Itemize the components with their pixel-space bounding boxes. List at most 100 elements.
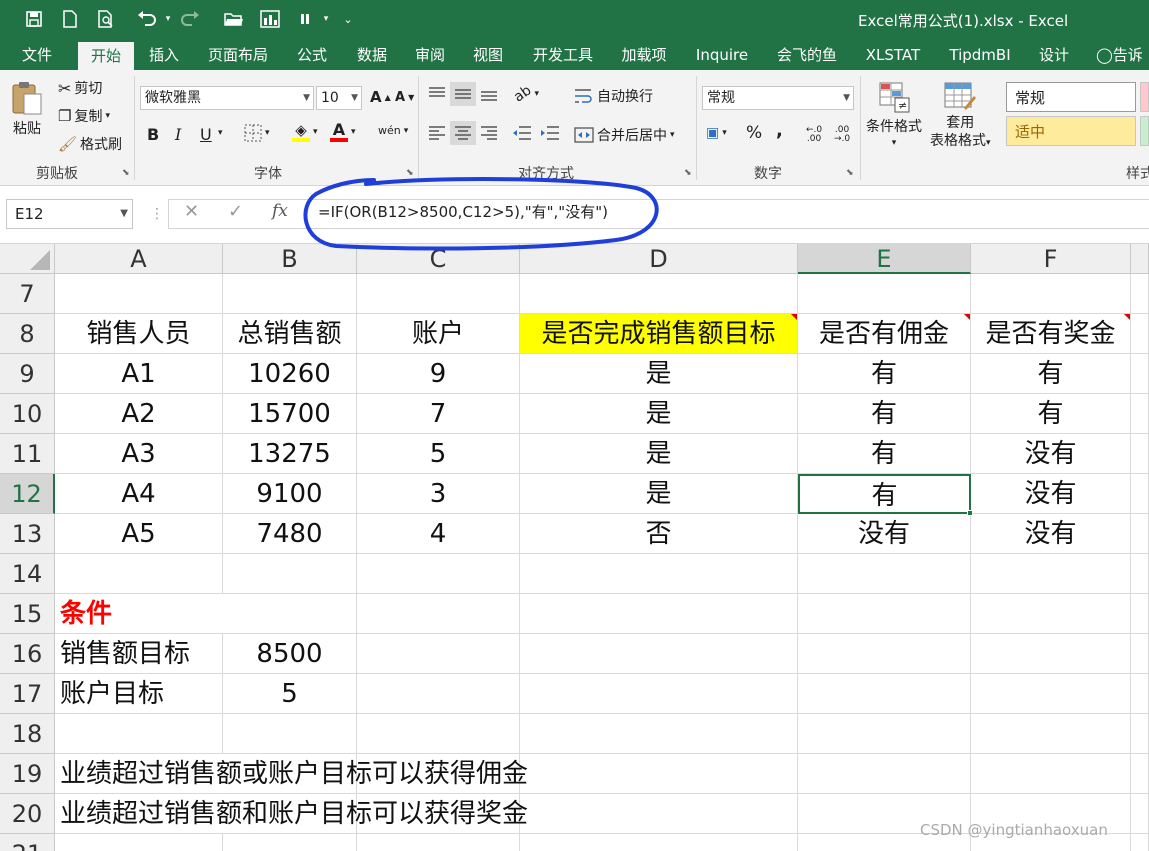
cell-d7[interactable] bbox=[520, 274, 798, 314]
style-good-swatch[interactable] bbox=[1140, 116, 1149, 146]
percent-button[interactable]: % bbox=[746, 123, 762, 143]
row-header-12[interactable]: 12 bbox=[0, 474, 55, 514]
increase-decimal-button[interactable]: ←.0.00 bbox=[806, 126, 822, 144]
tab-file[interactable]: 文件 bbox=[14, 40, 60, 70]
cell-c17[interactable] bbox=[357, 674, 520, 714]
clipboard-launcher-icon[interactable]: ⬊ bbox=[122, 168, 130, 178]
cell-g10[interactable] bbox=[1131, 394, 1149, 434]
cell-e12[interactable]: 有 bbox=[798, 474, 971, 514]
cell-d13[interactable]: 否 bbox=[520, 514, 798, 554]
cell-d14[interactable] bbox=[520, 554, 798, 594]
cell-c15[interactable] bbox=[357, 594, 520, 634]
copy-button[interactable]: ❐ 复制 ▾ bbox=[58, 106, 110, 126]
comment-indicator[interactable] bbox=[964, 314, 970, 320]
cell-b10[interactable]: 15700 bbox=[223, 394, 357, 434]
cell-f9[interactable]: 有 bbox=[971, 354, 1131, 394]
cell-c18[interactable] bbox=[357, 714, 520, 754]
cell-f14[interactable] bbox=[971, 554, 1131, 594]
cell-f19[interactable] bbox=[971, 754, 1131, 794]
cell-a18[interactable] bbox=[55, 714, 223, 754]
cell-f11[interactable]: 没有 bbox=[971, 434, 1131, 474]
number-launcher-icon[interactable]: ⬊ bbox=[846, 168, 854, 178]
row-header-7[interactable]: 7 bbox=[0, 274, 55, 314]
filter-dropdown-icon[interactable]: ▾ bbox=[314, 7, 338, 31]
new-icon[interactable] bbox=[58, 7, 82, 31]
cell-e10[interactable]: 有 bbox=[798, 394, 971, 434]
decrease-decimal-button[interactable]: .00 →.0 bbox=[834, 126, 850, 144]
font-size-select[interactable]: 10 ▼ bbox=[316, 86, 362, 110]
grow-font-button[interactable]: A ▲ bbox=[370, 88, 391, 106]
select-all-corner[interactable] bbox=[0, 244, 55, 274]
comment-indicator[interactable] bbox=[791, 314, 797, 320]
cell-d21[interactable] bbox=[520, 834, 798, 851]
fill-handle[interactable] bbox=[967, 510, 973, 516]
cell-e17[interactable] bbox=[798, 674, 971, 714]
column-header-a[interactable]: A bbox=[55, 244, 223, 274]
open-icon[interactable] bbox=[222, 7, 246, 31]
align-right-button[interactable] bbox=[480, 125, 498, 141]
cell-d15[interactable] bbox=[520, 594, 798, 634]
cell-f15[interactable] bbox=[971, 594, 1131, 634]
cell-a17[interactable]: 账户目标 bbox=[55, 674, 223, 714]
cell-a13[interactable]: A5 bbox=[55, 514, 223, 554]
cell-d19[interactable] bbox=[520, 754, 798, 794]
cell-d12[interactable]: 是 bbox=[520, 474, 798, 514]
row-header-13[interactable]: 13 bbox=[0, 514, 55, 554]
comma-button[interactable]: , bbox=[776, 120, 783, 141]
tab-xlstat[interactable]: XLSTAT bbox=[858, 40, 928, 70]
row-header-11[interactable]: 11 bbox=[0, 434, 55, 474]
formula-bar-grip-icon[interactable]: ⋮ bbox=[150, 206, 164, 222]
cell-a12[interactable]: A4 bbox=[55, 474, 223, 514]
cell-a10[interactable]: A2 bbox=[55, 394, 223, 434]
cell-g9[interactable] bbox=[1131, 354, 1149, 394]
cell-b11[interactable]: 13275 bbox=[223, 434, 357, 474]
row-header-16[interactable]: 16 bbox=[0, 634, 55, 674]
row-header-9[interactable]: 9 bbox=[0, 354, 55, 394]
cell-b7[interactable] bbox=[223, 274, 357, 314]
column-header-f[interactable]: F bbox=[971, 244, 1131, 274]
tab-addins[interactable]: 加载项 bbox=[612, 40, 676, 70]
cell-c10[interactable]: 7 bbox=[357, 394, 520, 434]
cell-f12[interactable]: 没有 bbox=[971, 474, 1131, 514]
cell-c13[interactable]: 4 bbox=[357, 514, 520, 554]
tab-design[interactable]: 设计 bbox=[1030, 40, 1078, 70]
cell-c16[interactable] bbox=[357, 634, 520, 674]
phonetic-button[interactable]: wén ▾ bbox=[378, 124, 408, 137]
align-top-button[interactable] bbox=[428, 86, 446, 102]
cell-e14[interactable] bbox=[798, 554, 971, 594]
cell-g13[interactable] bbox=[1131, 514, 1149, 554]
cell-e8[interactable]: 是否有佣金 bbox=[798, 314, 971, 354]
cell-g18[interactable] bbox=[1131, 714, 1149, 754]
style-neutral[interactable]: 适中 bbox=[1006, 116, 1136, 146]
cell-b21[interactable] bbox=[223, 834, 357, 851]
cell-a8[interactable]: 销售人员 bbox=[55, 314, 223, 354]
cell-d8[interactable]: 是否完成销售额目标 bbox=[520, 314, 798, 354]
font-color-button[interactable]: A ▾ bbox=[330, 122, 356, 142]
row-header-14[interactable]: 14 bbox=[0, 554, 55, 594]
cell-d10[interactable]: 是 bbox=[520, 394, 798, 434]
cell-g8[interactable] bbox=[1131, 314, 1149, 354]
cancel-icon[interactable]: ✕ bbox=[184, 201, 199, 222]
cell-a14[interactable] bbox=[55, 554, 223, 594]
cell-f7[interactable] bbox=[971, 274, 1131, 314]
cell-e16[interactable] bbox=[798, 634, 971, 674]
cell-b12[interactable]: 9100 bbox=[223, 474, 357, 514]
orientation-button[interactable]: ab ▾ bbox=[511, 82, 539, 105]
cell-a7[interactable] bbox=[55, 274, 223, 314]
row-header-15[interactable]: 15 bbox=[0, 594, 55, 634]
italic-button[interactable]: I bbox=[175, 125, 181, 144]
underline-dropdown-icon[interactable]: ▾ bbox=[218, 128, 223, 138]
cell-e11[interactable]: 有 bbox=[798, 434, 971, 474]
cell-d18[interactable] bbox=[520, 714, 798, 754]
cell-g16[interactable] bbox=[1131, 634, 1149, 674]
underline-button[interactable]: U bbox=[200, 125, 212, 144]
tab-tell-me[interactable]: ◯告诉 bbox=[1096, 40, 1149, 70]
cell-d11[interactable]: 是 bbox=[520, 434, 798, 474]
cell-a21[interactable] bbox=[55, 834, 223, 851]
cell-g14[interactable] bbox=[1131, 554, 1149, 594]
accounting-format-button[interactable]: ▣ ▾ bbox=[706, 125, 727, 141]
cell-b16[interactable]: 8500 bbox=[223, 634, 357, 674]
tab-review[interactable]: 审阅 bbox=[406, 40, 454, 70]
cell-g7[interactable] bbox=[1131, 274, 1149, 314]
cell-c11[interactable]: 5 bbox=[357, 434, 520, 474]
